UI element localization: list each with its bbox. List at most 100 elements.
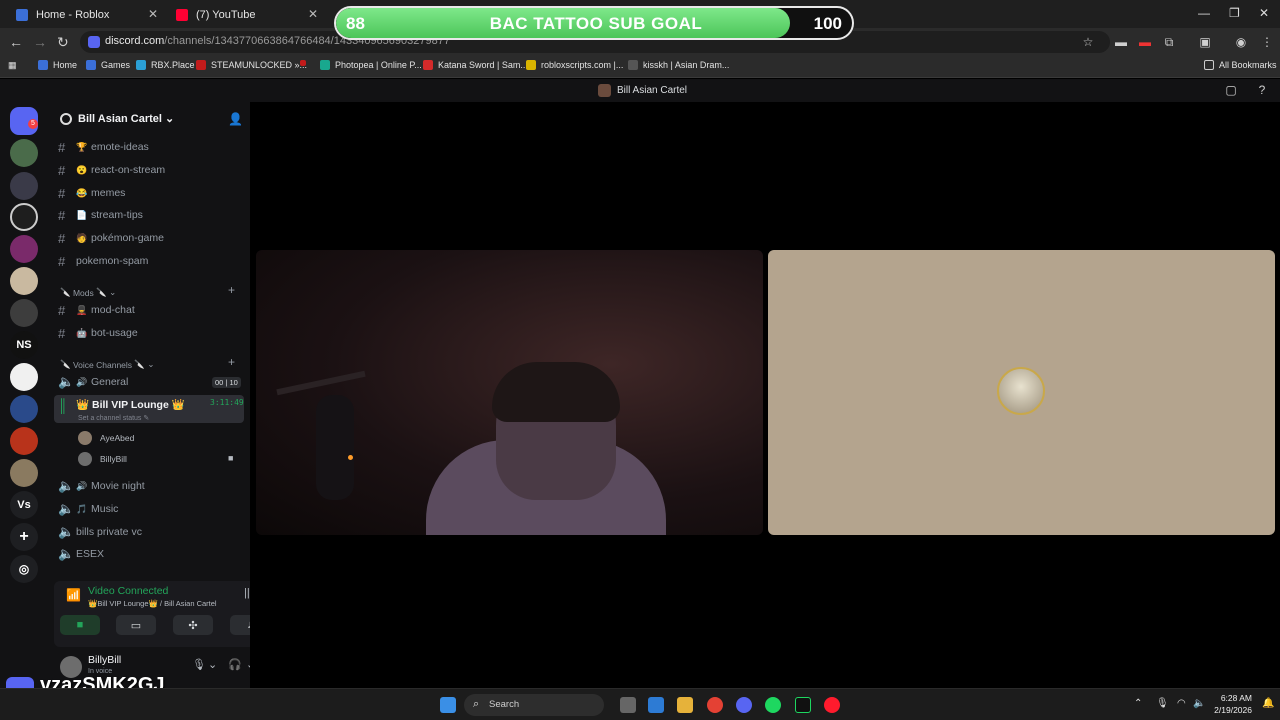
file-explorer-icon[interactable] xyxy=(677,697,693,713)
server-icon[interactable] xyxy=(10,203,38,231)
app-icon[interactable] xyxy=(795,697,811,713)
volume-icon[interactable]: 🔈 xyxy=(1193,698,1205,709)
wifi-icon[interactable]: ◠ xyxy=(1177,698,1186,709)
forward-icon[interactable]: → xyxy=(33,34,47,50)
channel-memes[interactable]: # 😂 memes xyxy=(54,183,244,203)
channel-stream-tips[interactable]: # 📄 stream-tips xyxy=(54,205,244,225)
server-icon-vs[interactable]: Vs xyxy=(10,491,38,519)
discover-icon[interactable]: ◎ xyxy=(10,555,38,583)
server-icon[interactable] xyxy=(10,395,38,423)
voice-location[interactable]: 👑Bill VIP Lounge👑 / Bill Asian Cartel xyxy=(88,599,217,608)
bookmark-steamunlocked[interactable]: STEAMUNLOCKED »... xyxy=(196,60,307,70)
task-view-icon[interactable] xyxy=(620,697,636,713)
video-tile-webcam[interactable] xyxy=(256,250,763,535)
channel-react-on-stream[interactable]: # 😮 react-on-stream xyxy=(54,160,244,180)
server-icon[interactable] xyxy=(10,427,38,455)
server-icon[interactable] xyxy=(10,172,38,200)
windows-start-icon[interactable] xyxy=(440,697,456,713)
notification-bell-icon[interactable]: 🔔 xyxy=(1262,698,1274,709)
opera-icon[interactable] xyxy=(824,697,840,713)
chrome-icon[interactable] xyxy=(707,697,723,713)
spotify-icon[interactable] xyxy=(765,697,781,713)
voice-channel-music[interactable]: 🔈 🎵 Music xyxy=(54,499,244,519)
microphone-icon[interactable]: 🎙 xyxy=(192,658,206,671)
tray-chevron-up-icon[interactable]: ⌃ xyxy=(1134,698,1142,709)
knife-icon: 🔪 xyxy=(134,359,146,369)
bookmark-katana[interactable]: Katana Sword | Sam... xyxy=(423,60,528,70)
close-icon[interactable]: ✕ xyxy=(148,7,158,21)
system-clock[interactable]: 6:28 AM 2/19/2026 xyxy=(1212,692,1252,716)
speaker-icon: 🔈 xyxy=(58,524,75,539)
screen-share-button[interactable]: ▭ xyxy=(116,615,156,635)
server-icon[interactable] xyxy=(10,363,38,391)
voice-channel-movie-night[interactable]: 🔈 🔊 Movie night xyxy=(54,476,244,496)
channel-emote-ideas[interactable]: # 🏆 emote-ideas xyxy=(54,137,244,157)
bookmark-red-dot[interactable] xyxy=(300,60,311,66)
restore-icon[interactable]: ❐ xyxy=(1229,6,1240,20)
voice-status[interactable]: Video Connected xyxy=(88,585,168,597)
bookmark-rbxplace[interactable]: RBX.Place xyxy=(136,60,195,70)
taskbar-search[interactable]: ⌕ Search xyxy=(464,694,604,716)
channel-mod-chat[interactable]: # 💂 mod-chat xyxy=(54,300,244,320)
photopea-icon xyxy=(320,60,330,70)
voice-channel-esex[interactable]: 🔈 ESEX xyxy=(54,544,244,564)
more-menu-icon[interactable]: ⋮ xyxy=(1260,35,1274,49)
channel-bot-usage[interactable]: # 🤖 bot-usage xyxy=(54,323,244,343)
add-server-icon[interactable]: + xyxy=(10,523,38,551)
voice-channel-general[interactable]: 🔈 🔊 General 00 | 10 xyxy=(54,372,244,392)
server-icon-bill-asian-cartel[interactable] xyxy=(10,139,38,167)
tab-youtube[interactable]: (7) YouTube ✕ xyxy=(164,4,322,26)
invite-people-icon[interactable]: 👤 xyxy=(228,112,243,126)
server-icon[interactable] xyxy=(10,235,38,263)
camera-button[interactable]: ■ xyxy=(60,615,100,635)
side-panel-icon[interactable]: ▣ xyxy=(1198,35,1212,49)
tray-mic-icon[interactable]: 🎙 xyxy=(1156,698,1169,709)
create-channel-icon[interactable]: + xyxy=(228,355,235,369)
help-icon[interactable]: ? xyxy=(1255,83,1269,97)
bookmark-robloxscripts[interactable]: robloxscripts.com |... xyxy=(526,60,623,70)
minimize-icon[interactable]: — xyxy=(1198,6,1210,20)
mic-led xyxy=(348,455,353,460)
voice-user-ayeabed[interactable]: AyeAbed xyxy=(78,429,134,447)
activities-button[interactable]: ✣ xyxy=(173,615,213,635)
headphones-icon[interactable]: 🎧 xyxy=(228,658,242,671)
star-icon[interactable]: ☆ xyxy=(1081,35,1095,49)
channel-pokemon-game[interactable]: # 🧑 pokémon-game xyxy=(54,228,244,248)
extension-ublock-icon[interactable]: ▬ xyxy=(1114,35,1128,49)
category-mods[interactable]: 🔪 Mods 🔪 ⌄ xyxy=(60,287,116,298)
kisskh-icon xyxy=(628,60,638,70)
close-icon[interactable]: ✕ xyxy=(308,7,318,21)
inbox-icon[interactable]: ▢ xyxy=(1224,83,1238,97)
bookmark-kisskh[interactable]: kisskh | Asian Dram... xyxy=(628,60,729,70)
server-icon-ns[interactable]: NS xyxy=(10,331,38,359)
bookmark-photopea[interactable]: Photopea | Online P... xyxy=(320,60,422,70)
chevron-down-icon[interactable]: ⌄ xyxy=(208,658,217,671)
category-voice-channels[interactable]: 🔪 Voice Channels 🔪 ⌄ xyxy=(60,359,155,370)
video-tile-avatar[interactable] xyxy=(768,250,1275,535)
username[interactable]: BillyBill xyxy=(88,654,121,666)
tab-roblox[interactable]: Home - Roblox ✕ xyxy=(4,4,162,26)
bookmark-games[interactable]: Games xyxy=(86,60,130,70)
create-channel-icon[interactable]: + xyxy=(228,283,235,297)
site-info-icon[interactable] xyxy=(88,36,100,48)
server-icon[interactable] xyxy=(10,299,38,327)
bookmark-home[interactable]: Home xyxy=(38,60,77,70)
voice-channel-bills-private-vc[interactable]: 🔈 bills private vc xyxy=(54,522,244,542)
server-icon[interactable] xyxy=(10,267,38,295)
extensions-puzzle-icon[interactable]: ⧉ xyxy=(1162,35,1176,49)
voice-user-billybill[interactable]: BillyBill xyxy=(78,450,127,468)
extension-red-icon[interactable]: ▬ xyxy=(1138,35,1152,49)
server-name-header[interactable]: Bill Asian Cartel ⌄ xyxy=(60,112,174,125)
apps-grid-icon[interactable]: ▦ xyxy=(8,60,17,71)
robloxscripts-icon xyxy=(526,60,536,70)
all-bookmarks[interactable]: All Bookmarks xyxy=(1204,60,1277,70)
back-icon[interactable]: ← xyxy=(9,34,23,50)
widgets-icon[interactable] xyxy=(648,697,664,713)
reload-icon[interactable]: ↻ xyxy=(57,34,69,51)
server-icon[interactable] xyxy=(10,459,38,487)
window-close-icon[interactable]: ✕ xyxy=(1259,6,1269,20)
set-channel-status[interactable]: Set a channel status ✎ xyxy=(78,414,149,422)
discord-taskbar-icon[interactable] xyxy=(736,697,752,713)
channel-pokemon-spam[interactable]: # pokemon-spam xyxy=(54,251,244,271)
profile-avatar-icon[interactable]: ◉ xyxy=(1234,35,1248,49)
